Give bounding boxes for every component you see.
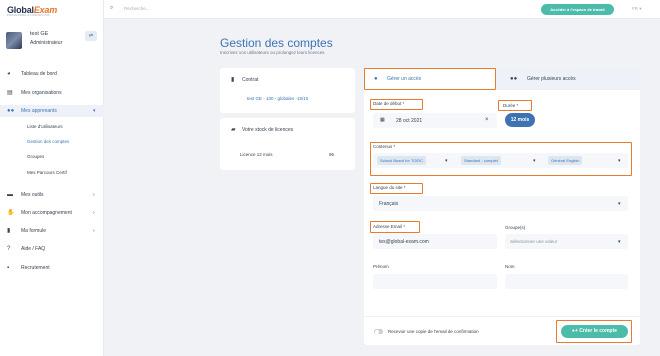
- license-stock-card: ▰ Votre stock de licences Licence 12 moi…: [220, 118, 355, 170]
- dashboard-icon: ◕: [7, 71, 11, 77]
- sidebar-item-dashboard[interactable]: ◕ Tableau de bord: [0, 68, 104, 80]
- calendar-icon: ▦: [380, 117, 385, 123]
- highlight-start-date: [370, 99, 423, 110]
- stock-title: Votre stock de licences: [242, 127, 294, 133]
- switch-account-button[interactable]: ⇄: [85, 31, 97, 41]
- briefcase-icon: ▪: [7, 265, 10, 271]
- handshake-icon: ✋: [7, 210, 15, 216]
- duration-button[interactable]: 12 mois: [505, 113, 535, 127]
- subitem-account-management[interactable]: Gestion des comptes: [27, 139, 69, 144]
- page-title: Gestion des comptes: [220, 36, 333, 50]
- users-icon: ●●: [7, 108, 15, 114]
- confirm-email-label: Recevoir une copie de l'email de confirm…: [388, 329, 479, 334]
- site-language-select[interactable]: Français ▾: [373, 196, 628, 211]
- chevron-down-icon: ▾: [93, 108, 96, 114]
- divider: [364, 316, 640, 317]
- user-role: Administrateur: [30, 40, 63, 46]
- groups-label: Groupe(s): [505, 225, 526, 230]
- sidebar-item-learners[interactable]: ●● Mes apprenants ▾: [0, 105, 104, 117]
- contract-title: Contrat: [242, 77, 259, 83]
- lastname-label: Nom: [505, 264, 515, 269]
- firstname-label: Prénom: [373, 264, 389, 269]
- workspace-button[interactable]: Accéder à l'espace de travail: [541, 4, 614, 15]
- sidebar-item-plan[interactable]: ▮ Ma formule ›: [0, 225, 104, 237]
- groups-select[interactable]: Sélectionner une valeur ▾: [505, 234, 628, 249]
- sidebar: GlobalExam PROGRAMME & FORMATIONS test G…: [0, 0, 104, 356]
- highlight-tab: [364, 68, 496, 90]
- contract-card: ▮ Contrat test GE - 100 - globales -15/1…: [220, 68, 355, 113]
- users-icon: ●●: [510, 76, 518, 82]
- building-icon: ▤: [7, 90, 13, 96]
- subitem-certif-paths[interactable]: Mes Parcours Certif: [27, 170, 67, 175]
- clear-icon[interactable]: ×: [485, 117, 489, 123]
- subitem-groups[interactable]: Groupes: [27, 154, 44, 159]
- chevron-right-icon: ›: [93, 192, 95, 198]
- avatar[interactable]: [6, 32, 22, 49]
- sidebar-item-help[interactable]: ? Aide / FAQ: [0, 243, 104, 255]
- help-icon: ?: [7, 246, 11, 252]
- subitem-user-list[interactable]: Liste d'utilisateurs: [27, 124, 63, 129]
- lastname-field[interactable]: [505, 274, 628, 289]
- email-field[interactable]: tes@global-exam.com: [373, 234, 497, 249]
- search-icon[interactable]: ⌕: [110, 5, 113, 12]
- sidebar-item-support[interactable]: ✋ Mon accompagnement ›: [0, 207, 104, 219]
- search-input[interactable]: Recherche...: [124, 6, 150, 11]
- page-subtitle: Inscrivez vos utilisateurs ou prolongez …: [220, 50, 325, 55]
- language-select[interactable]: FR ▾: [632, 6, 642, 12]
- chevron-right-icon: ›: [93, 228, 95, 234]
- contract-link[interactable]: test GE - 100 - globales -15/10: [247, 96, 308, 101]
- firstname-field[interactable]: [373, 274, 497, 289]
- start-date-input[interactable]: ▦ 28 oct 2021 ×: [373, 113, 497, 128]
- confirm-email-toggle[interactable]: [374, 329, 383, 334]
- sidebar-item-recruitment[interactable]: ▪ Recrutement: [0, 262, 104, 274]
- license-label: Licence 12 mois: [240, 152, 273, 157]
- highlight-submit: [556, 320, 632, 343]
- license-count: 96: [329, 152, 335, 157]
- user-name: test GE: [30, 31, 49, 37]
- highlight-site-language: [370, 183, 423, 194]
- chevron-down-icon: ▾: [618, 201, 621, 207]
- tab-multi-access[interactable]: ●● Gérer plusieurs accès: [510, 70, 630, 88]
- chevron-down-icon: ▾: [618, 239, 621, 245]
- tools-icon: ▬: [7, 192, 13, 198]
- highlight-contents: [370, 142, 632, 176]
- highlight-email: [370, 221, 420, 233]
- sidebar-item-organisations[interactable]: ▤ Mes organisations: [0, 87, 104, 99]
- logo-tagline: PROGRAMME & FORMATIONS: [7, 14, 50, 17]
- highlight-duration: [498, 100, 532, 111]
- document-icon: ▮: [7, 228, 11, 234]
- sidebar-item-tools[interactable]: ▬ Mes outils ›: [0, 189, 104, 201]
- stack-icon: ▰: [231, 127, 236, 133]
- chevron-right-icon: ›: [93, 210, 95, 216]
- document-icon: ▮: [231, 77, 235, 83]
